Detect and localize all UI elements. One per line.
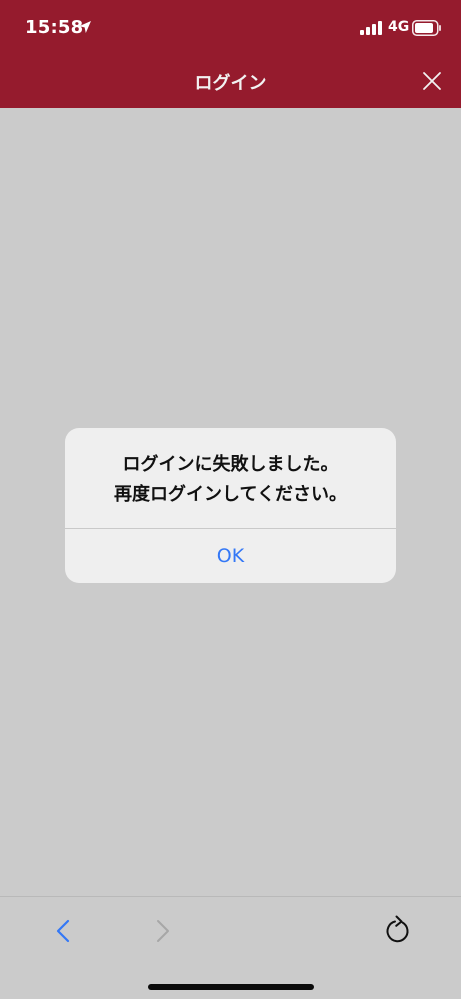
nav-title: ログイン — [194, 73, 267, 94]
alert-message: ログインに失敗しました。 再度ログインしてください。 — [65, 450, 396, 510]
alert-message-line: ログインに失敗しました。 — [122, 454, 339, 475]
network-label: 4G — [388, 19, 410, 35]
back-chevron-icon[interactable] — [52, 917, 74, 945]
ok-button[interactable]: OK — [65, 529, 396, 583]
forward-chevron-icon — [157, 920, 169, 942]
reload-icon[interactable] — [383, 913, 413, 945]
signal-bars-icon — [360, 21, 382, 35]
alert-message-line: 再度ログインしてください。 — [114, 484, 347, 505]
header-bar: 15:58 4G ログイン — [0, 0, 461, 108]
bottom-toolbar — [0, 896, 461, 999]
home-indicator — [148, 984, 314, 990]
close-icon[interactable] — [420, 68, 444, 94]
battery-icon — [412, 20, 441, 36]
screen: 15:58 4G ログイン ログインに失敗しました。 再度ログインしてください。 — [0, 0, 461, 999]
status-time: 15:58 — [25, 17, 84, 38]
location-arrow-icon — [79, 21, 91, 33]
alert-dialog: ログインに失敗しました。 再度ログインしてください。 OK — [65, 428, 396, 583]
